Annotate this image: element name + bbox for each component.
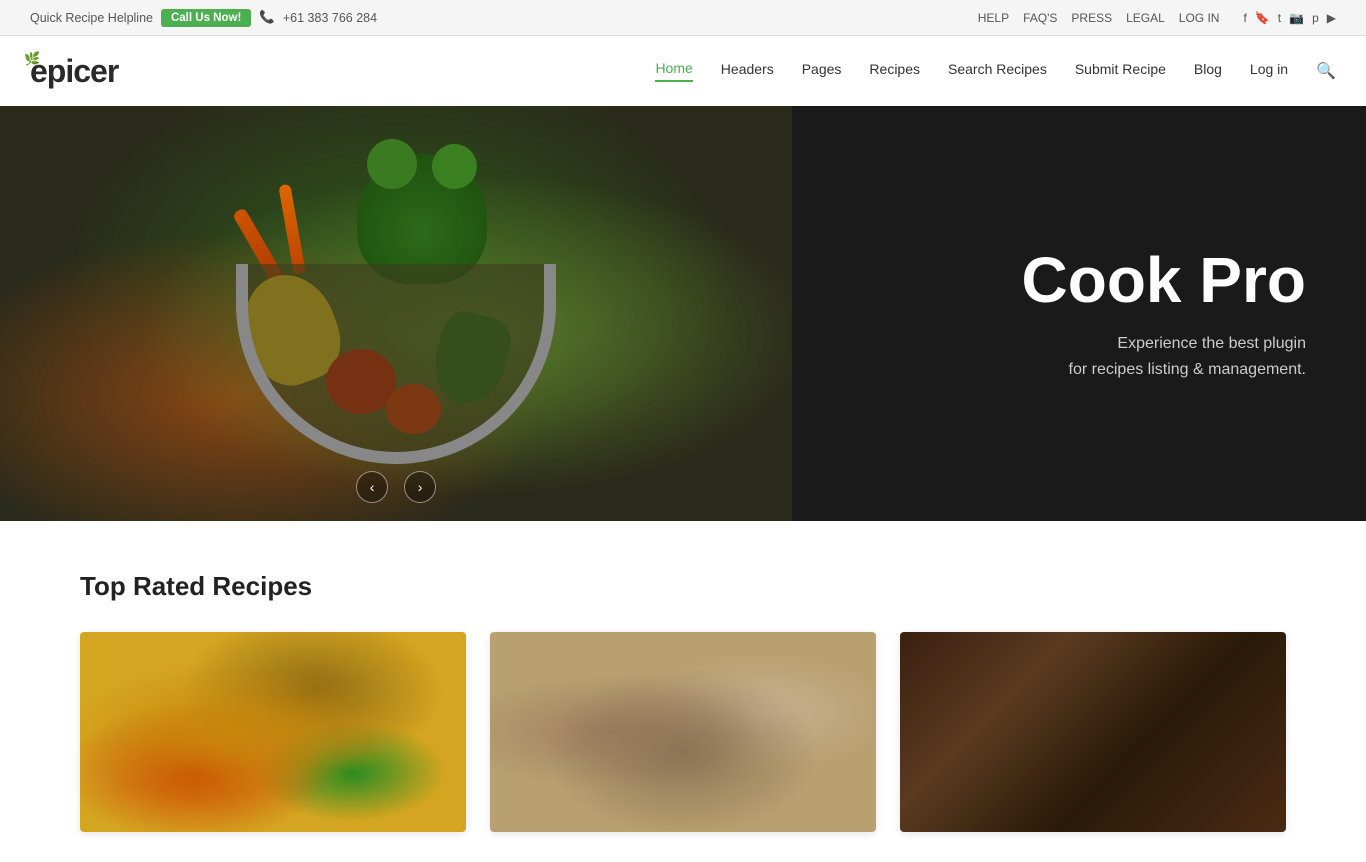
bowl-container xyxy=(226,144,566,484)
hero-section: ‹ › Cook Pro Experience the best plugin … xyxy=(0,106,1366,521)
prev-slide-button[interactable]: ‹ xyxy=(356,471,388,503)
twitter-icon[interactable]: t xyxy=(1278,11,1281,25)
recipe-grid xyxy=(80,632,1286,832)
legal-link[interactable]: LEGAL xyxy=(1126,11,1165,25)
darkwood-image xyxy=(900,632,1286,832)
hero-image: ‹ › xyxy=(0,106,792,521)
bookmark-icon[interactable]: 🔖 xyxy=(1255,11,1270,25)
nav-log-in[interactable]: Log in xyxy=(1250,61,1288,81)
bowl-rim xyxy=(236,264,556,464)
carrot-2 xyxy=(278,183,305,274)
hero-subtitle-line2: for recipes listing & management. xyxy=(1069,361,1306,378)
top-nav-links: HELP FAQ'S PRESS LEGAL LOG IN f 🔖 t 📷 p … xyxy=(978,11,1336,25)
phone-icon: 📞 xyxy=(259,10,275,25)
help-link[interactable]: HELP xyxy=(978,11,1009,25)
phone-number: +61 383 766 284 xyxy=(283,11,377,25)
nav-headers[interactable]: Headers xyxy=(721,61,774,81)
nav-pages[interactable]: Pages xyxy=(802,61,842,81)
nav-menu: Home Headers Pages Recipes Search Recipe… xyxy=(655,60,1336,82)
top-bar: Quick Recipe Helpline Call Us Now! 📞 +61… xyxy=(0,0,1366,36)
recipe-card-pizza[interactable] xyxy=(80,632,466,832)
pinterest-icon[interactable]: p xyxy=(1312,11,1319,25)
veggie-background xyxy=(0,106,792,521)
nav-home[interactable]: Home xyxy=(655,60,692,82)
hero-title: Cook Pro xyxy=(1022,245,1306,315)
call-now-button[interactable]: Call Us Now! xyxy=(161,9,251,27)
recipe-card-mushroom[interactable] xyxy=(490,632,876,832)
press-link[interactable]: PRESS xyxy=(1071,11,1112,25)
hero-subtitle-line1: Experience the best plugin xyxy=(1117,335,1306,352)
nav-search-recipes[interactable]: Search Recipes xyxy=(948,61,1047,81)
logo[interactable]: epicer 🌿 xyxy=(30,53,118,90)
next-slide-button[interactable]: › xyxy=(404,471,436,503)
helpline-section: Quick Recipe Helpline Call Us Now! 📞 +61… xyxy=(30,9,377,27)
facebook-icon[interactable]: f xyxy=(1243,11,1246,25)
slider-controls: ‹ › xyxy=(356,471,436,503)
recipe-card-darkwood[interactable] xyxy=(900,632,1286,832)
helpline-text: Quick Recipe Helpline xyxy=(30,11,153,25)
faq-link[interactable]: FAQ'S xyxy=(1023,11,1057,25)
instagram-icon[interactable]: 📷 xyxy=(1289,11,1304,25)
nav-blog[interactable]: Blog xyxy=(1194,61,1222,81)
mushroom-image xyxy=(490,632,876,832)
search-icon[interactable]: 🔍 xyxy=(1316,61,1336,81)
pizza-image xyxy=(80,632,466,832)
nav-submit-recipe[interactable]: Submit Recipe xyxy=(1075,61,1166,81)
logo-leaf-icon: 🌿 xyxy=(24,51,128,67)
hero-subtitle: Experience the best plugin for recipes l… xyxy=(1069,331,1306,382)
login-link-top[interactable]: LOG IN xyxy=(1179,11,1220,25)
section-title: Top Rated Recipes xyxy=(80,571,1286,602)
nav-recipes[interactable]: Recipes xyxy=(869,61,920,81)
youtube-icon[interactable]: ▶ xyxy=(1327,11,1336,25)
social-icons-group: f 🔖 t 📷 p ▶ xyxy=(1243,11,1336,25)
hero-text-panel: Cook Pro Experience the best plugin for … xyxy=(792,106,1366,521)
recipes-section: Top Rated Recipes xyxy=(0,521,1366,862)
main-navbar: epicer 🌿 Home Headers Pages Recipes Sear… xyxy=(0,36,1366,106)
